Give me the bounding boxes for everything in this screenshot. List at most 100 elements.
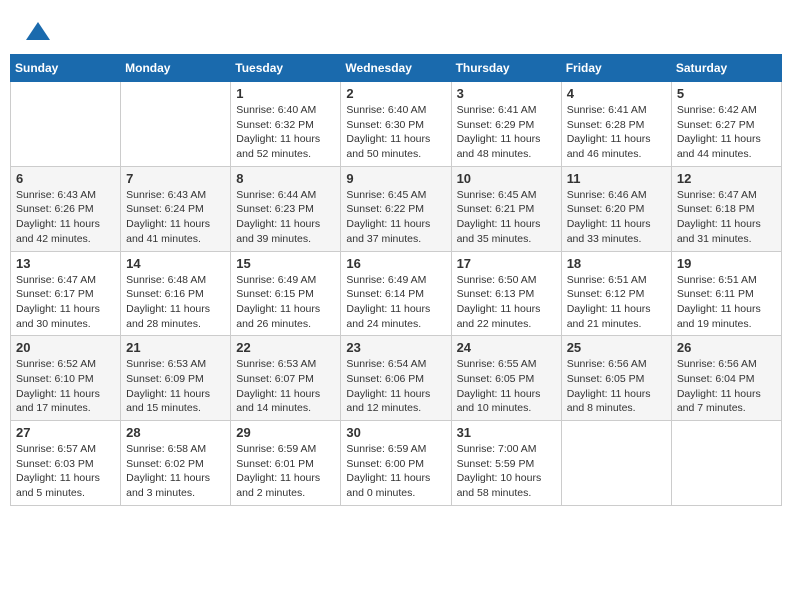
weekday-header-thursday: Thursday xyxy=(451,55,561,82)
day-number: 21 xyxy=(126,340,225,355)
day-detail: Sunrise: 6:58 AMSunset: 6:02 PMDaylight:… xyxy=(126,442,225,501)
day-detail: Sunrise: 6:51 AMSunset: 6:12 PMDaylight:… xyxy=(567,273,666,332)
week-row-3: 13 Sunrise: 6:47 AMSunset: 6:17 PMDayligh… xyxy=(11,251,782,336)
day-cell: 20 Sunrise: 6:52 AMSunset: 6:10 PMDayligh… xyxy=(11,336,121,421)
day-cell xyxy=(121,82,231,167)
day-detail: Sunrise: 6:49 AMSunset: 6:15 PMDaylight:… xyxy=(236,273,335,332)
day-detail: Sunrise: 6:48 AMSunset: 6:16 PMDaylight:… xyxy=(126,273,225,332)
day-number: 27 xyxy=(16,425,115,440)
day-number: 8 xyxy=(236,171,335,186)
day-cell: 2 Sunrise: 6:40 AMSunset: 6:30 PMDaylight… xyxy=(341,82,451,167)
day-detail: Sunrise: 6:40 AMSunset: 6:30 PMDaylight:… xyxy=(346,103,445,162)
day-detail: Sunrise: 6:46 AMSunset: 6:20 PMDaylight:… xyxy=(567,188,666,247)
day-detail: Sunrise: 6:44 AMSunset: 6:23 PMDaylight:… xyxy=(236,188,335,247)
day-cell: 12Sunrise: 6:47 AMSunset: 6:18 PMDayligh… xyxy=(671,166,781,251)
day-number: 5 xyxy=(677,86,776,101)
day-detail: Sunrise: 6:47 AMSunset: 6:17 PMDaylight:… xyxy=(16,273,115,332)
day-number: 24 xyxy=(457,340,556,355)
weekday-header-tuesday: Tuesday xyxy=(231,55,341,82)
day-number: 29 xyxy=(236,425,335,440)
day-detail: Sunrise: 6:54 AMSunset: 6:06 PMDaylight:… xyxy=(346,357,445,416)
day-cell: 4Sunrise: 6:41 AMSunset: 6:28 PMDaylight… xyxy=(561,82,671,167)
day-number: 17 xyxy=(457,256,556,271)
day-number: 26 xyxy=(677,340,776,355)
day-detail: Sunrise: 6:40 AMSunset: 6:32 PMDaylight:… xyxy=(236,103,335,162)
day-detail: Sunrise: 7:00 AMSunset: 5:59 PMDaylight:… xyxy=(457,442,556,501)
day-cell: 27Sunrise: 6:57 AMSunset: 6:03 PMDayligh… xyxy=(11,421,121,506)
logo xyxy=(20,18,52,46)
day-detail: Sunrise: 6:53 AMSunset: 6:09 PMDaylight:… xyxy=(126,357,225,416)
day-cell: 18 Sunrise: 6:51 AMSunset: 6:12 PMDayligh… xyxy=(561,251,671,336)
day-detail: Sunrise: 6:51 AMSunset: 6:11 PMDaylight:… xyxy=(677,273,776,332)
day-cell: 3 Sunrise: 6:41 AMSunset: 6:29 PMDaylight… xyxy=(451,82,561,167)
day-number: 14 xyxy=(126,256,225,271)
day-cell: 22 Sunrise: 6:53 AMSunset: 6:07 PMDayligh… xyxy=(231,336,341,421)
day-detail: Sunrise: 6:56 AMSunset: 6:04 PMDaylight:… xyxy=(677,357,776,416)
day-detail: Sunrise: 6:41 AMSunset: 6:29 PMDaylight:… xyxy=(457,103,556,162)
day-detail: Sunrise: 6:47 AMSunset: 6:18 PMDaylight:… xyxy=(677,188,776,247)
day-number: 11 xyxy=(567,171,666,186)
day-number: 1 xyxy=(236,86,335,101)
day-detail: Sunrise: 6:42 AMSunset: 6:27 PMDaylight:… xyxy=(677,103,776,162)
day-detail: Sunrise: 6:43 AMSunset: 6:24 PMDaylight:… xyxy=(126,188,225,247)
day-number: 25 xyxy=(567,340,666,355)
day-number: 22 xyxy=(236,340,335,355)
day-cell xyxy=(11,82,121,167)
day-cell: 11 Sunrise: 6:46 AMSunset: 6:20 PMDayligh… xyxy=(561,166,671,251)
day-cell: 14 Sunrise: 6:48 AMSunset: 6:16 PMDayligh… xyxy=(121,251,231,336)
day-cell: 7 Sunrise: 6:43 AMSunset: 6:24 PMDaylight… xyxy=(121,166,231,251)
calendar-table: SundayMondayTuesdayWednesdayThursdayFrid… xyxy=(10,54,782,506)
day-cell: 13 Sunrise: 6:47 AMSunset: 6:17 PMDayligh… xyxy=(11,251,121,336)
day-cell: 24 Sunrise: 6:55 AMSunset: 6:05 PMDayligh… xyxy=(451,336,561,421)
weekday-header-saturday: Saturday xyxy=(671,55,781,82)
day-detail: Sunrise: 6:50 AMSunset: 6:13 PMDaylight:… xyxy=(457,273,556,332)
weekday-header-row: SundayMondayTuesdayWednesdayThursdayFrid… xyxy=(11,55,782,82)
day-detail: Sunrise: 6:55 AMSunset: 6:05 PMDaylight:… xyxy=(457,357,556,416)
day-number: 9 xyxy=(346,171,445,186)
day-detail: Sunrise: 6:56 AMSunset: 6:05 PMDaylight:… xyxy=(567,357,666,416)
day-detail: Sunrise: 6:43 AMSunset: 6:26 PMDaylight:… xyxy=(16,188,115,247)
day-number: 16 xyxy=(346,256,445,271)
day-number: 20 xyxy=(16,340,115,355)
day-cell: 23 Sunrise: 6:54 AMSunset: 6:06 PMDayligh… xyxy=(341,336,451,421)
day-number: 7 xyxy=(126,171,225,186)
day-number: 6 xyxy=(16,171,115,186)
day-cell: 29 Sunrise: 6:59 AMSunset: 6:01 PMDayligh… xyxy=(231,421,341,506)
day-cell: 15 Sunrise: 6:49 AMSunset: 6:15 PMDayligh… xyxy=(231,251,341,336)
day-cell xyxy=(671,421,781,506)
day-cell xyxy=(561,421,671,506)
day-detail: Sunrise: 6:59 AMSunset: 6:00 PMDaylight:… xyxy=(346,442,445,501)
weekday-header-monday: Monday xyxy=(121,55,231,82)
day-cell: 17 Sunrise: 6:50 AMSunset: 6:13 PMDayligh… xyxy=(451,251,561,336)
week-row-4: 20 Sunrise: 6:52 AMSunset: 6:10 PMDayligh… xyxy=(11,336,782,421)
page-header xyxy=(10,10,782,50)
day-cell: 16 Sunrise: 6:49 AMSunset: 6:14 PMDayligh… xyxy=(341,251,451,336)
day-number: 13 xyxy=(16,256,115,271)
day-cell: 9 Sunrise: 6:45 AMSunset: 6:22 PMDaylight… xyxy=(341,166,451,251)
day-detail: Sunrise: 6:45 AMSunset: 6:21 PMDaylight:… xyxy=(457,188,556,247)
day-detail: Sunrise: 6:49 AMSunset: 6:14 PMDaylight:… xyxy=(346,273,445,332)
day-number: 15 xyxy=(236,256,335,271)
day-cell: 1 Sunrise: 6:40 AMSunset: 6:32 PMDaylight… xyxy=(231,82,341,167)
day-cell: 28Sunrise: 6:58 AMSunset: 6:02 PMDayligh… xyxy=(121,421,231,506)
day-number: 31 xyxy=(457,425,556,440)
day-number: 23 xyxy=(346,340,445,355)
day-cell: 26 Sunrise: 6:56 AMSunset: 6:04 PMDayligh… xyxy=(671,336,781,421)
day-number: 18 xyxy=(567,256,666,271)
day-detail: Sunrise: 6:52 AMSunset: 6:10 PMDaylight:… xyxy=(16,357,115,416)
day-cell: 19Sunrise: 6:51 AMSunset: 6:11 PMDayligh… xyxy=(671,251,781,336)
day-detail: Sunrise: 6:53 AMSunset: 6:07 PMDaylight:… xyxy=(236,357,335,416)
day-number: 3 xyxy=(457,86,556,101)
day-cell: 5 Sunrise: 6:42 AMSunset: 6:27 PMDaylight… xyxy=(671,82,781,167)
day-cell: 21 Sunrise: 6:53 AMSunset: 6:09 PMDayligh… xyxy=(121,336,231,421)
day-detail: Sunrise: 6:59 AMSunset: 6:01 PMDaylight:… xyxy=(236,442,335,501)
weekday-header-sunday: Sunday xyxy=(11,55,121,82)
day-cell: 25 Sunrise: 6:56 AMSunset: 6:05 PMDayligh… xyxy=(561,336,671,421)
week-row-1: 1 Sunrise: 6:40 AMSunset: 6:32 PMDaylight… xyxy=(11,82,782,167)
day-detail: Sunrise: 6:41 AMSunset: 6:28 PMDaylight:… xyxy=(567,103,666,162)
day-cell: 31 Sunrise: 7:00 AMSunset: 5:59 PMDayligh… xyxy=(451,421,561,506)
week-row-2: 6 Sunrise: 6:43 AMSunset: 6:26 PMDaylight… xyxy=(11,166,782,251)
day-number: 30 xyxy=(346,425,445,440)
day-number: 2 xyxy=(346,86,445,101)
day-detail: Sunrise: 6:45 AMSunset: 6:22 PMDaylight:… xyxy=(346,188,445,247)
